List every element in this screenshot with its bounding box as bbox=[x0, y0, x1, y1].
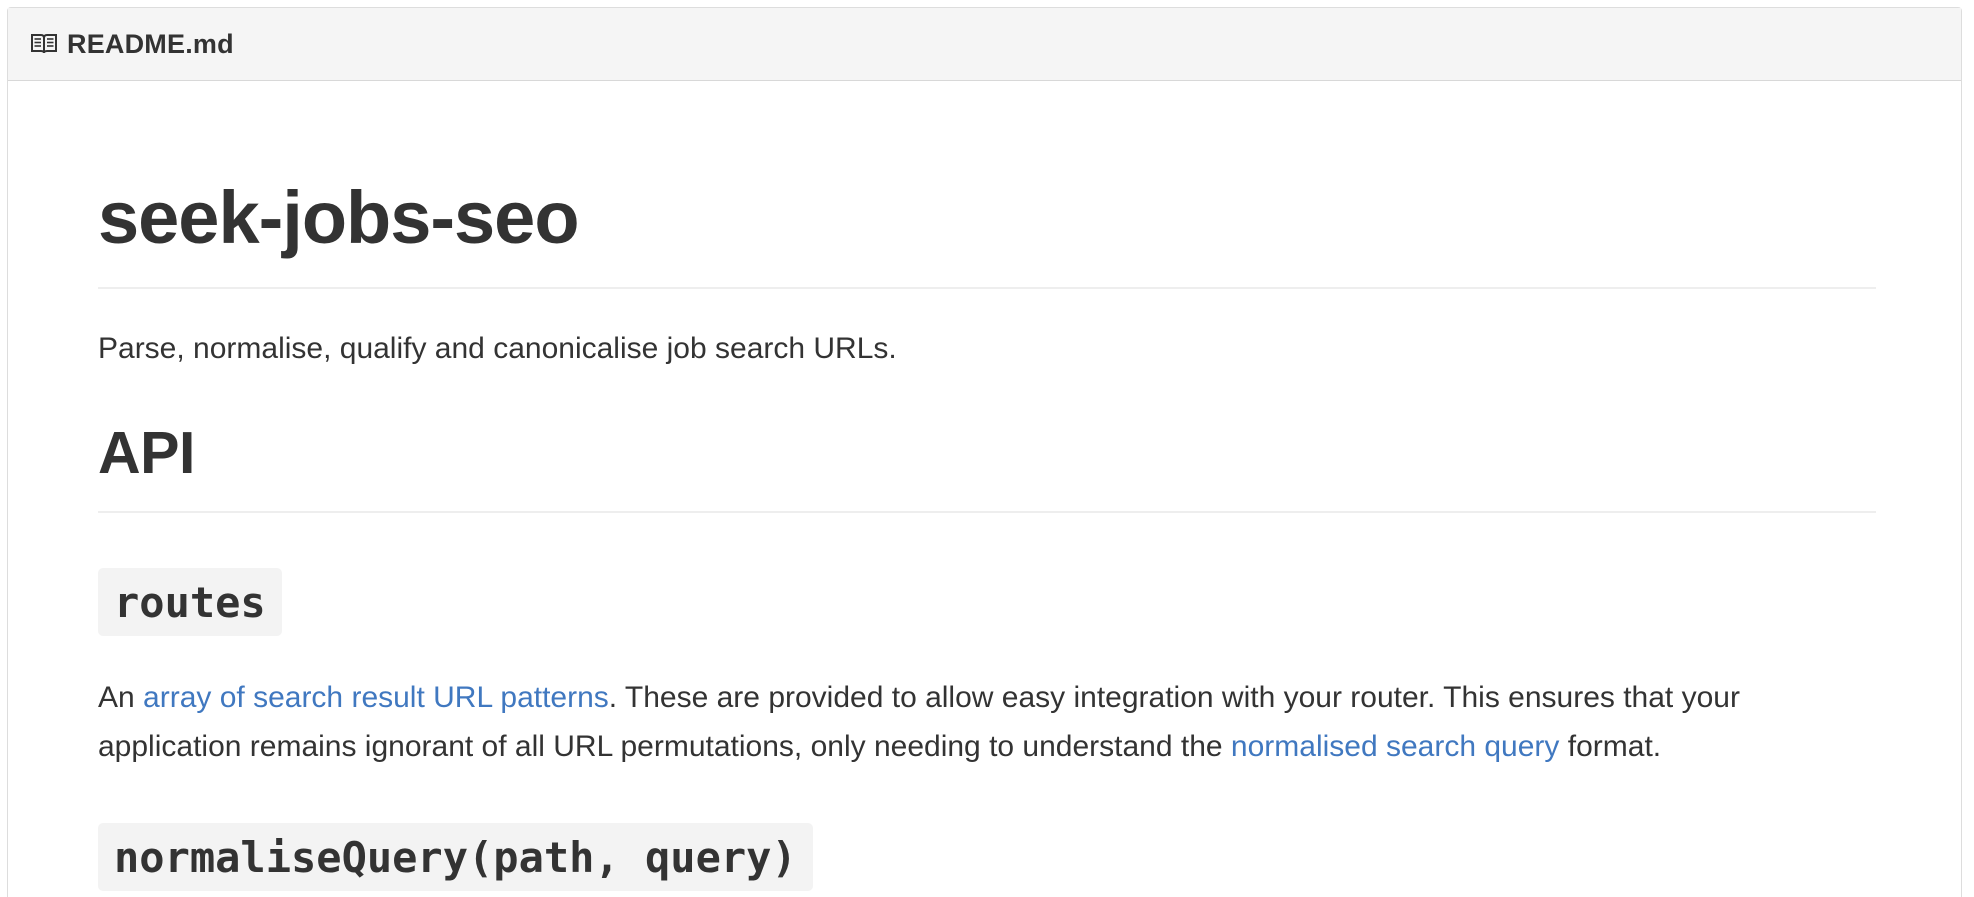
routes-paragraph: An array of search result URL patterns. … bbox=[98, 673, 1888, 771]
normalise-query-heading: normaliseQuery(path, query) bbox=[98, 823, 813, 891]
url-patterns-link[interactable]: array of search result URL patterns bbox=[143, 681, 609, 714]
readme-filename: README.md bbox=[67, 28, 234, 59]
readme-container: README.md seek-jobs-seo Parse, normalise… bbox=[7, 7, 1962, 897]
book-icon bbox=[30, 33, 58, 55]
api-divider bbox=[98, 511, 1876, 513]
routes-heading: routes bbox=[98, 568, 282, 636]
normalised-query-link[interactable]: normalised search query bbox=[1231, 730, 1560, 763]
api-heading: API bbox=[98, 420, 195, 486]
routes-text-1: An bbox=[98, 681, 144, 714]
routes-text-3: format. bbox=[1559, 730, 1662, 763]
readme-header: README.md bbox=[8, 8, 1961, 81]
page-title: seek-jobs-seo bbox=[98, 176, 580, 259]
project-description: Parse, normalise, qualify and canonicali… bbox=[98, 332, 897, 365]
title-divider bbox=[98, 287, 1876, 289]
